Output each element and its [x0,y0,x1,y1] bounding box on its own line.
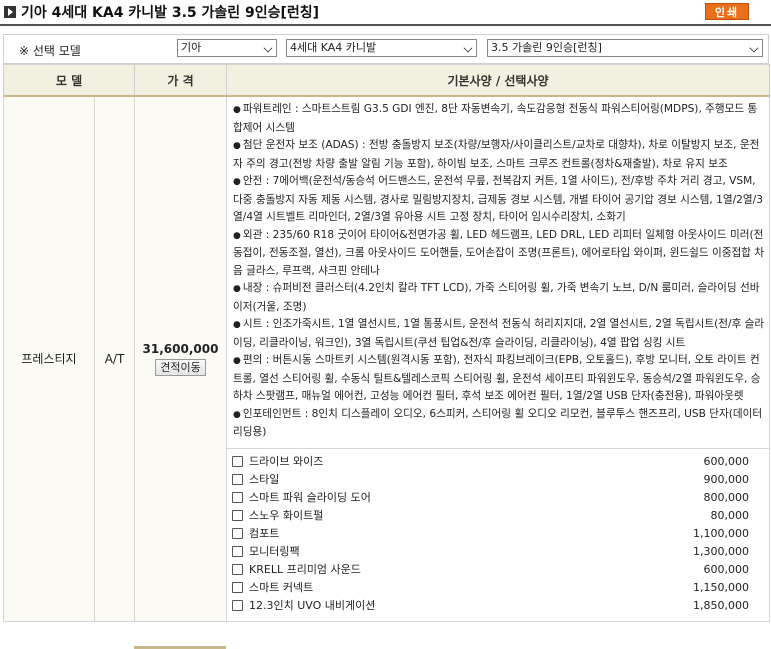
selector-label: ※ 선택 모델 [19,44,81,58]
option-item[interactable]: 컴포트 1,100,000 [231,525,763,543]
model-selector-bar: ※ 선택 모델 기아 4세대 KA4 카니발 3.5 가솔린 9인승[런칭] [3,34,769,64]
option-price: 1,150,000 [693,580,750,594]
option-checkbox[interactable] [232,545,244,557]
option-name: 드라이브 와이즈 [249,454,324,468]
option-price: 900,000 [703,472,750,486]
print-button[interactable]: 인쇄 [705,3,749,20]
spec-item: ● 인포테인먼트 : 8인치 디스플레이 오디오, 6스피커, 스티어링 휠 오디… [233,406,765,442]
spec-text: 외관 : 235/60 R18 굿이어 타이어&전면가공 휠, LED 헤드램프… [233,228,765,277]
spec-item: ● 안전 : 7에어백(운전석/동승석 어드밴스드, 운전석 무릎, 전복감지 커… [233,173,765,227]
model-select-value: 4세대 KA4 카니발 [290,41,377,54]
bullet-icon: ● [233,356,241,366]
option-name: 스노우 화이트펄 [249,508,324,522]
bullet-icon: ● [233,230,241,241]
option-item[interactable]: 스마트 커넥트 1,150,000 [231,579,763,597]
bullet-icon: ● [233,284,241,294]
option-name: 스마트 커넥트 [249,580,314,594]
bullet-icon: ● [233,141,241,151]
option-name: 12.3인치 UVO 내비게이션 [249,598,376,612]
spec-item: ● 파워트레인 : 스마트스트림 G3.5 GDI 엔진, 8단 자동변속기, 속… [233,101,765,137]
print-button-label: 인쇄 [714,6,740,19]
option-checkbox[interactable] [232,581,244,593]
option-price: 80,000 [710,508,750,522]
option-item[interactable]: 12.3인치 UVO 내비게이션 1,850,000 [231,597,763,615]
spec-text: 안전 : 7에어백(운전석/동승석 어드밴스드, 운전석 무릎, 전복감지 커튼… [233,175,763,223]
table-header-row: 모 델 가 격 기본사양 / 선택사양 [2,64,771,97]
chevron-down-icon [463,43,473,53]
brand-select[interactable]: 기아 [177,39,277,57]
option-price: 1,850,000 [693,598,750,612]
option-item[interactable]: 드라이브 와이즈 600,000 [231,453,763,471]
trim-select[interactable]: 3.5 가솔린 9인승[런칭] [487,39,763,57]
option-checkbox[interactable] [232,563,244,575]
spec-item: ● 첨단 운전자 보조 (ADAS) : 전방 충돌방지 보조(차량/보행자/사이… [233,137,765,173]
table-row: 프레스티지 A/T 31,600,000 견적이동 ● 파워트레인 : 스마트스트… [3,95,771,622]
price-table: 모 델 가 격 기본사양 / 선택사양 프레스티지 A/T 31,600,000… [2,64,771,622]
header-price: 가 격 [134,64,228,97]
option-item[interactable]: 스타일 900,000 [231,471,763,489]
option-name: 모니터링팩 [249,544,300,558]
option-name: 스마트 파워 슬라이딩 도어 [249,490,371,504]
option-checkbox[interactable] [232,527,244,539]
bullet-icon: ● [233,177,241,187]
spec-text: 인포테인먼트 : 8인치 디스플레이 오디오, 6스피커, 스티어링 휠 오디오… [233,407,763,439]
spec-item: ● 외관 : 235/60 R18 굿이어 타이어&전면가공 휠, LED 헤드램… [233,227,765,281]
spec-item: ● 내장 : 슈퍼비전 클러스터(4.2인치 칼라 TFT LCD), 가죽 스티… [233,280,765,316]
price-cell: 31,600,000 견적이동 [134,95,228,622]
option-list: 드라이브 와이즈 600,000 스타일 900,000 스마트 파워 슬라이딩 도어 8… [226,447,771,622]
bullet-icon: ● [233,320,241,330]
standard-specs: ● 파워트레인 : 스마트스트림 G3.5 GDI 엔진, 8단 자동변속기, 속… [226,95,771,449]
transmission: A/T [93,95,136,622]
base-price: 31,600,000 [142,341,219,356]
option-checkbox[interactable] [232,491,244,503]
trim-name: 프레스티지 [3,95,95,622]
option-name: 스타일 [249,472,280,486]
title-bullet-icon [4,6,16,18]
option-name: 컴포트 [249,526,280,540]
chevron-down-icon [263,43,273,53]
option-price: 600,000 [703,454,750,468]
option-checkbox[interactable] [232,473,244,485]
option-items: 드라이브 와이즈 600,000 스타일 900,000 스마트 파워 슬라이딩 도어 8… [231,453,763,615]
spec-item: ● 편의 : 버튼시동 스마트키 시스템(원격시동 포함), 전자식 파킹브레이크… [233,352,765,406]
option-price: 800,000 [703,490,750,504]
model-select[interactable]: 4세대 KA4 카니발 [286,39,477,57]
spec-text: 시트 : 인조가죽시트, 1열 열선시트, 1열 통풍시트, 운전석 전동식 허… [233,318,765,349]
trim-select-value: 3.5 가솔린 9인승[런칭] [491,41,602,54]
spec-list: ● 파워트레인 : 스마트스트림 G3.5 GDI 엔진, 8단 자동변속기, 속… [233,101,765,442]
option-name: KRELL 프리미엄 사운드 [249,562,361,576]
header-model: 모 델 [2,64,136,97]
chevron-down-icon [749,43,759,53]
spec-item: ● 시트 : 인조가죽시트, 1열 열선시트, 1열 통풍시트, 운전석 전동식 … [233,316,765,352]
brand-select-value: 기아 [181,41,202,54]
option-price: 1,100,000 [693,526,750,540]
option-price: 600,000 [703,562,750,576]
quote-button[interactable]: 견적이동 [155,358,206,376]
spec-text: 첨단 운전자 보조 (ADAS) : 전방 충돌방지 보조(차량/보행자/사이클… [233,139,760,170]
option-price: 1,300,000 [693,544,750,558]
option-item[interactable]: 스마트 파워 슬라이딩 도어 800,000 [231,489,763,507]
bullet-icon: ● [233,409,241,420]
page-header: 기아 4세대 KA4 카니발 3.5 가솔린 9인승[런칭] 인쇄 [0,0,771,26]
option-item[interactable]: 스노우 화이트펄 80,000 [231,507,763,525]
header-specs: 기본사양 / 선택사양 [226,64,771,97]
option-item[interactable]: KRELL 프리미엄 사운드 600,000 [231,561,763,579]
option-checkbox[interactable] [232,509,244,521]
spec-text: 편의 : 버튼시동 스마트키 시스템(원격시동 포함), 전자식 파킹브레이크(… [233,354,761,402]
option-checkbox[interactable] [232,599,244,611]
spec-text: 내장 : 슈퍼비전 클러스터(4.2인치 칼라 TFT LCD), 가죽 스티어… [233,282,760,313]
spec-text: 파워트레인 : 스마트스트림 G3.5 GDI 엔진, 8단 자동변속기, 속도… [233,103,758,134]
bullet-icon: ● [233,105,241,115]
option-item[interactable]: 모니터링팩 1,300,000 [231,543,763,561]
page-title: 기아 4세대 KA4 카니발 3.5 가솔린 9인승[런칭] [21,5,320,21]
option-checkbox[interactable] [232,455,244,467]
